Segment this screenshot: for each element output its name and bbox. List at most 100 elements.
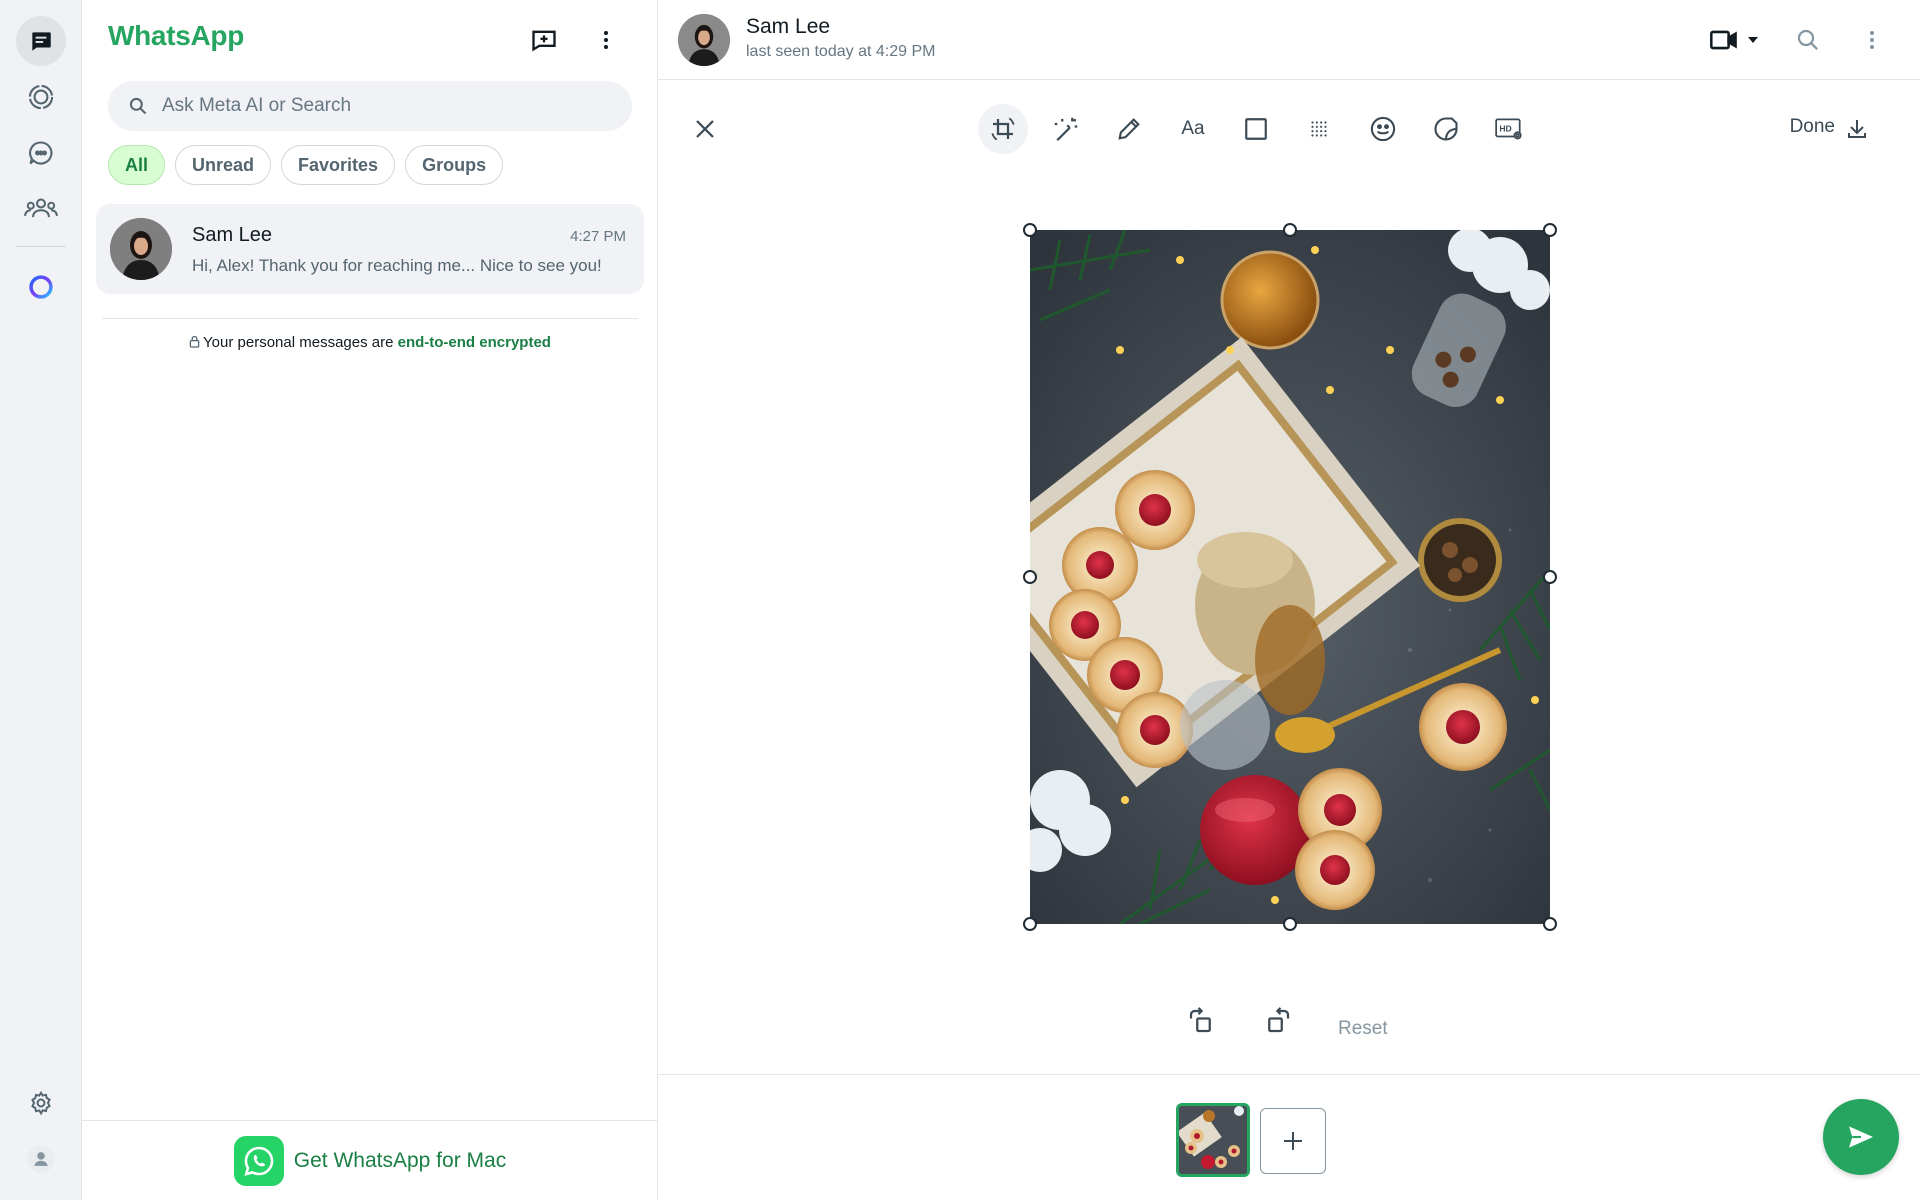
rail-channels-button[interactable] — [16, 128, 66, 178]
sticker-tool[interactable] — [1421, 104, 1471, 154]
search-icon — [1797, 29, 1818, 50]
navigation-rail — [0, 0, 82, 1200]
conversation-panel: Sam Lee last seen today at 4:29 PM Aa HD… — [658, 0, 1920, 1200]
profile-icon — [27, 1145, 55, 1173]
divider — [102, 318, 638, 319]
chat-preview: Hi, Alex! Thank you for reaching me... N… — [192, 256, 602, 275]
filter-chips: All Unread Favorites Groups — [108, 145, 504, 185]
contact-avatar[interactable] — [678, 14, 730, 66]
crop-rotate-icon — [991, 117, 1015, 141]
filter-all[interactable]: All — [108, 145, 166, 185]
lock-icon — [189, 335, 200, 348]
get-mac-app-button[interactable]: Get WhatsApp for Mac — [82, 1120, 658, 1200]
rotate-right-button[interactable] — [1258, 1001, 1298, 1041]
search-chat-button[interactable] — [1788, 20, 1828, 60]
send-button[interactable] — [1823, 1099, 1899, 1175]
avatar — [110, 218, 172, 280]
media-editor: Aa HD Done Reset — [658, 80, 1920, 1074]
new-chat-icon — [532, 30, 556, 52]
rail-communities-button[interactable] — [16, 183, 66, 233]
download-button[interactable] — [1832, 104, 1882, 154]
magic-wand-tool[interactable] — [1041, 104, 1091, 154]
crop-handle-bottom[interactable] — [1283, 917, 1297, 931]
blur-icon — [1311, 121, 1327, 137]
crop-rotate-tool[interactable] — [978, 104, 1028, 154]
communities-icon — [24, 198, 58, 218]
crop-handle-bottom-left[interactable] — [1023, 917, 1037, 931]
search-bar — [108, 81, 632, 131]
text-tool[interactable]: Aa — [1168, 104, 1218, 154]
new-chat-button[interactable] — [524, 20, 564, 60]
hd-quality-tool[interactable]: HD — [1484, 104, 1534, 154]
chat-name: Sam Lee — [192, 224, 273, 246]
crop-handle-top-right[interactable] — [1543, 223, 1557, 237]
add-media-button[interactable] — [1260, 1108, 1326, 1174]
plus-icon — [1284, 1132, 1302, 1150]
more-vertical-icon — [1870, 31, 1874, 49]
chat-list-item[interactable]: Sam Lee 4:27 PM Hi, Alex! Thank you for … — [96, 204, 644, 294]
crop-handle-right[interactable] — [1543, 570, 1557, 584]
gear-icon — [31, 1090, 51, 1116]
get-mac-app-label: Get WhatsApp for Mac — [293, 1148, 507, 1172]
whatsapp-logo-icon — [233, 1135, 284, 1186]
svg-text:HD: HD — [1499, 124, 1511, 134]
emoji-icon — [1370, 116, 1396, 142]
crop-area[interactable] — [1023, 223, 1557, 931]
filter-unread[interactable]: Unread — [175, 145, 272, 185]
crop-handle-top-left[interactable] — [1023, 223, 1037, 237]
media-preview-image — [1030, 230, 1550, 924]
rotate-left-button[interactable] — [1181, 1001, 1221, 1041]
blur-tool[interactable] — [1294, 104, 1344, 154]
media-thumbnail[interactable] — [1176, 1103, 1250, 1177]
conversation-menu-button[interactable] — [1852, 20, 1892, 60]
rail-settings-button[interactable] — [16, 1078, 66, 1128]
crop-handle-top[interactable] — [1283, 223, 1297, 237]
status-icon — [28, 84, 54, 110]
rail-chats-button[interactable] — [16, 16, 66, 66]
crop-handle-bottom-right[interactable] — [1543, 917, 1557, 931]
menu-button[interactable] — [586, 20, 626, 60]
chevron-down-icon — [1748, 37, 1758, 43]
shape-tool[interactable] — [1231, 104, 1281, 154]
magic-wand-icon — [1054, 117, 1078, 142]
rail-profile-button[interactable] — [16, 1134, 66, 1184]
rotate-right-icon — [1268, 1007, 1290, 1033]
encryption-text: Your personal messages are — [203, 334, 398, 351]
search-input[interactable] — [162, 95, 602, 117]
more-vertical-icon — [604, 31, 608, 49]
filter-groups[interactable]: Groups — [405, 145, 504, 185]
text-tool-icon: Aa — [1181, 118, 1205, 139]
video-camera-icon — [1710, 30, 1737, 50]
contact-name: Sam Lee — [746, 15, 831, 38]
contact-status: last seen today at 4:29 PM — [746, 43, 936, 60]
done-button[interactable]: Done — [1790, 116, 1835, 138]
download-icon — [1848, 120, 1866, 138]
pencil-icon — [1118, 118, 1140, 140]
reset-button[interactable]: Reset — [1338, 1018, 1388, 1040]
close-icon — [696, 120, 714, 138]
encryption-note: Your personal messages are end-to-end en… — [82, 334, 658, 351]
search-icon — [129, 97, 147, 115]
rotate-left-icon — [1189, 1007, 1211, 1033]
chats-icon — [32, 32, 51, 51]
send-icon — [1849, 1126, 1873, 1148]
app-title: WhatsApp — [108, 20, 245, 51]
chat-list-panel: WhatsApp All Unread Favorites Groups Sam… — [82, 0, 658, 1200]
rail-meta-ai-button[interactable] — [16, 262, 66, 312]
rail-separator — [16, 246, 66, 247]
draw-tool[interactable] — [1104, 104, 1154, 154]
sticker-icon — [1434, 117, 1458, 141]
filter-favorites[interactable]: Favorites — [281, 145, 396, 185]
encryption-link[interactable]: end-to-end encrypted — [398, 334, 551, 351]
hd-settings-icon: HD — [1495, 118, 1522, 140]
conversation-header[interactable]: Sam Lee last seen today at 4:29 PM — [658, 0, 1920, 80]
channels-icon — [29, 141, 53, 165]
close-editor-button[interactable] — [680, 104, 730, 154]
media-tray — [658, 1074, 1920, 1200]
rectangle-icon — [1245, 118, 1267, 140]
rail-status-button[interactable] — [16, 72, 66, 122]
video-call-button[interactable] — [1704, 20, 1764, 60]
crop-handle-left[interactable] — [1023, 570, 1037, 584]
emoji-tool[interactable] — [1358, 104, 1408, 154]
chat-time: 4:27 PM — [570, 228, 626, 245]
